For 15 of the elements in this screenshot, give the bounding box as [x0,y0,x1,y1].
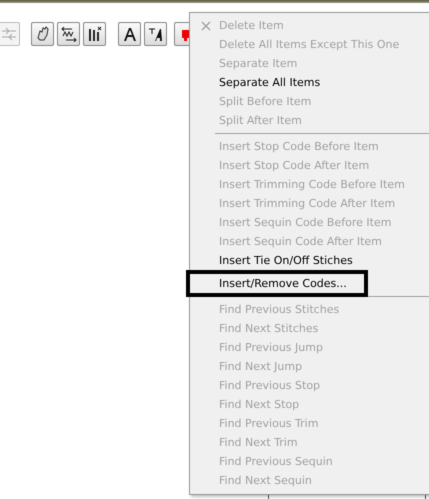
columns-icon [86,26,102,42]
toolbar-button[interactable] [83,22,106,46]
stitch-icon [0,26,16,42]
toolbar-button[interactable] [118,22,141,46]
toolbar-button[interactable] [57,22,80,46]
menu-item[interactable]: Insert Tie On/Off Stiches [219,254,353,267]
hand-icon [34,26,50,42]
text-edit-icon [148,26,164,42]
close-icon [200,20,210,30]
toolbar-button[interactable] [144,22,167,46]
zigzag-icon [60,26,76,42]
menu-item[interactable]: Separate All Items [219,76,320,89]
menu-item[interactable]: Insert/Remove Codes... [219,277,347,290]
letter-icon [122,26,138,42]
toolbar-button[interactable] [31,22,54,46]
